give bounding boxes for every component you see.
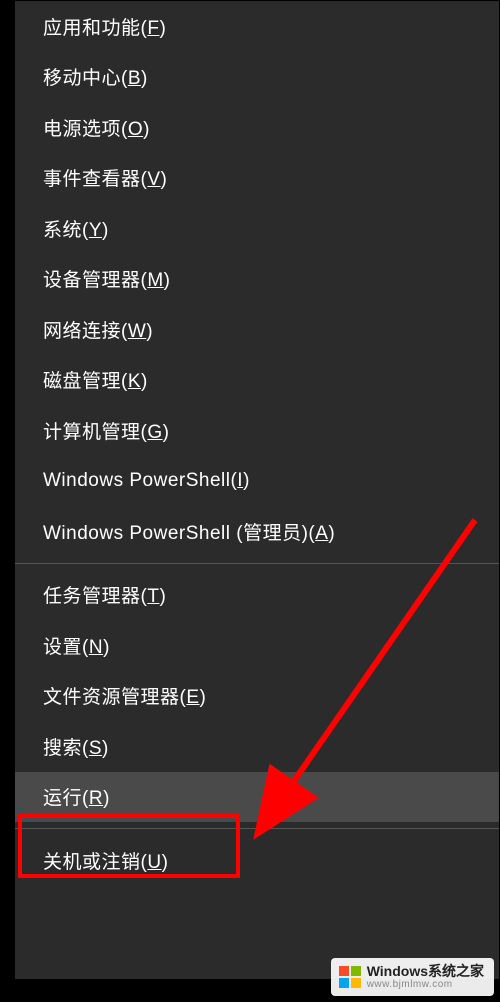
winx-menu: 应用和功能(F) 移动中心(B) 电源选项(O) 事件查看器(V) 系统(Y) 设备管理器… bbox=[14, 0, 500, 980]
menu-item-disk-management[interactable]: 磁盘管理(K) bbox=[15, 355, 499, 406]
menu-separator bbox=[15, 828, 499, 829]
windows-logo-icon bbox=[339, 966, 361, 988]
menu-separator bbox=[15, 563, 499, 564]
menu-item-powershell[interactable]: Windows PowerShell(I) bbox=[15, 456, 499, 507]
menu-item-label: 搜索(S) bbox=[43, 733, 109, 760]
menu-item-label: 设备管理器(M) bbox=[43, 265, 170, 292]
menu-item-event-viewer[interactable]: 事件查看器(V) bbox=[15, 153, 499, 204]
menu-item-label: 应用和功能(F) bbox=[43, 13, 166, 40]
menu-item-system[interactable]: 系统(Y) bbox=[15, 203, 499, 254]
menu-item-search[interactable]: 搜索(S) bbox=[15, 721, 499, 772]
menu-item-label: 任务管理器(T) bbox=[43, 581, 166, 608]
menu-item-apps-features[interactable]: 应用和功能(F) bbox=[15, 1, 499, 52]
menu-item-task-manager[interactable]: 任务管理器(T) bbox=[15, 570, 499, 621]
menu-item-label: 网络连接(W) bbox=[43, 316, 153, 343]
menu-item-label: 计算机管理(G) bbox=[43, 417, 169, 444]
menu-item-settings[interactable]: 设置(N) bbox=[15, 620, 499, 671]
menu-item-file-explorer[interactable]: 文件资源管理器(E) bbox=[15, 671, 499, 722]
menu-item-label: 运行(R) bbox=[43, 783, 110, 810]
watermark: Windows系统之家 www.bjmlmw.com bbox=[331, 958, 494, 996]
menu-item-run[interactable]: 运行(R) bbox=[15, 772, 499, 823]
menu-item-computer-management[interactable]: 计算机管理(G) bbox=[15, 405, 499, 456]
menu-item-label: 移动中心(B) bbox=[43, 63, 148, 90]
menu-item-power-options[interactable]: 电源选项(O) bbox=[15, 102, 499, 153]
menu-item-shutdown-signout[interactable]: 关机或注销(U) bbox=[15, 835, 499, 886]
menu-item-device-manager[interactable]: 设备管理器(M) bbox=[15, 254, 499, 305]
menu-item-powershell-admin[interactable]: Windows PowerShell (管理员)(A) bbox=[15, 506, 499, 557]
menu-item-label: 系统(Y) bbox=[43, 215, 109, 242]
watermark-title: Windows系统之家 bbox=[367, 964, 484, 979]
menu-item-network-connections[interactable]: 网络连接(W) bbox=[15, 304, 499, 355]
watermark-url: www.bjmlmw.com bbox=[367, 979, 484, 990]
menu-item-label: 电源选项(O) bbox=[43, 114, 150, 141]
menu-item-label: Windows PowerShell (管理员)(A) bbox=[43, 518, 335, 545]
menu-item-label: 事件查看器(V) bbox=[43, 164, 167, 191]
menu-item-label: 磁盘管理(K) bbox=[43, 366, 148, 393]
menu-item-label: 设置(N) bbox=[43, 632, 110, 659]
menu-item-label: 文件资源管理器(E) bbox=[43, 682, 206, 709]
menu-item-mobility-center[interactable]: 移动中心(B) bbox=[15, 52, 499, 103]
menu-item-label: Windows PowerShell(I) bbox=[43, 470, 250, 492]
menu-item-label: 关机或注销(U) bbox=[43, 847, 168, 874]
